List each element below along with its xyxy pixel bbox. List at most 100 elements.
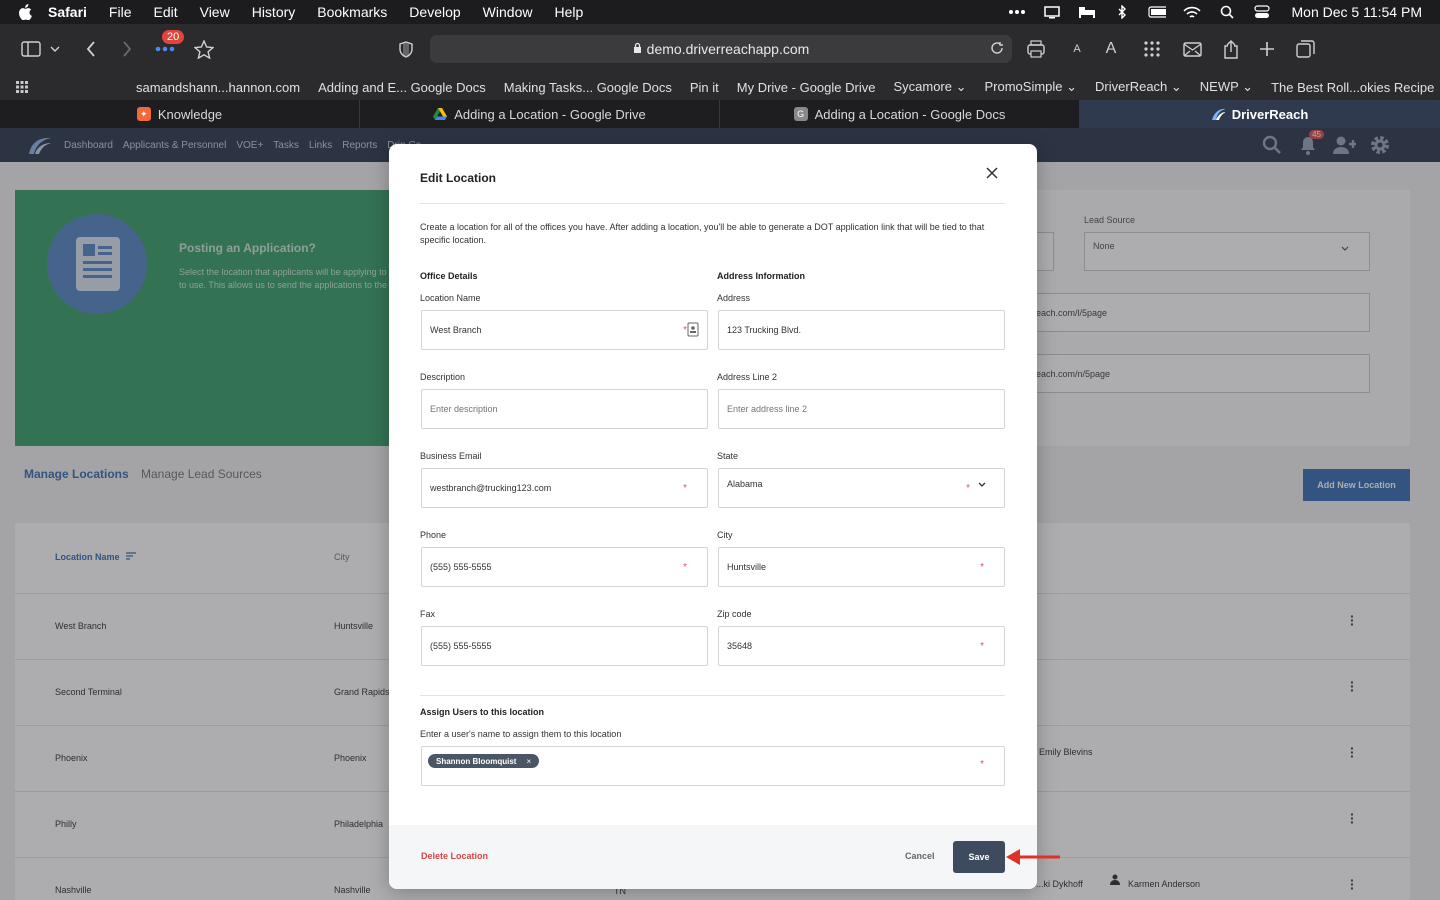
tab-google-drive[interactable]: Adding a Location - Google Drive: [360, 100, 720, 128]
battery-icon[interactable]: [1147, 5, 1166, 19]
privacy-shield-icon[interactable]: [395, 38, 417, 60]
menu-edit[interactable]: Edit: [153, 4, 177, 20]
mail-icon[interactable]: [1181, 38, 1203, 60]
tab-driverreach[interactable]: DriverReach: [1080, 100, 1440, 128]
apple-icon[interactable]: [18, 4, 34, 20]
menu-help[interactable]: Help: [554, 4, 583, 20]
cancel-button[interactable]: Cancel: [905, 851, 935, 861]
location-name-input[interactable]: West Branch *: [421, 310, 708, 350]
modal-title: Edit Location: [420, 171, 496, 185]
annotation-arrow-icon: [1006, 849, 1060, 865]
tab-label: DriverReach: [1231, 106, 1309, 122]
bookmark-folder[interactable]: NEWP ⌄: [1200, 79, 1253, 95]
bookmark-item[interactable]: Making Tasks... Google Docs: [504, 80, 672, 95]
city-label: City: [717, 530, 733, 540]
sidebar-icon[interactable]: [20, 38, 42, 60]
required-asterisk: *: [683, 562, 687, 573]
state-label: State: [717, 451, 739, 461]
hubspot-favicon-icon: ✦: [136, 107, 151, 121]
edit-location-modal: Edit Location Create a location for all …: [389, 144, 1037, 889]
business-email-label: Business Email: [420, 451, 482, 461]
bookmark-item[interactable]: samandshann...hannon.com: [136, 80, 300, 95]
star-icon[interactable]: [193, 38, 215, 60]
menu-bookmarks[interactable]: Bookmarks: [317, 4, 387, 20]
description-label: Description: [420, 372, 466, 382]
state-select[interactable]: Alabama *: [718, 468, 1005, 508]
bookmark-folder[interactable]: Sycamore ⌄: [893, 79, 966, 95]
required-asterisk: *: [966, 483, 970, 494]
bookmarks-bar: samandshann...hannon.com Adding and E...…: [0, 74, 1440, 100]
text-larger-icon[interactable]: A: [1100, 38, 1122, 60]
office-details-heading: Office Details: [420, 271, 478, 281]
bookmark-item[interactable]: Adding and E... Google Docs: [318, 80, 486, 95]
zip-code-input[interactable]: 35648 *: [718, 626, 1005, 666]
google-favicon-icon: G: [793, 107, 808, 121]
city-input[interactable]: Huntsville *: [718, 547, 1005, 587]
phone-input[interactable]: (555) 555-5555 *: [421, 547, 708, 587]
delete-location-button[interactable]: Delete Location: [421, 851, 488, 861]
bluetooth-icon[interactable]: [1113, 5, 1131, 19]
address-input[interactable]: 123 Trucking Blvd.: [718, 310, 1005, 350]
close-icon[interactable]: [983, 164, 1001, 182]
bookmark-folder[interactable]: DriverReach ⌄: [1095, 79, 1182, 95]
contact-card-icon[interactable]: [687, 322, 699, 337]
google-drive-favicon-icon: [433, 107, 448, 121]
more-dots-icon[interactable]: [1008, 5, 1026, 19]
fax-label: Fax: [420, 609, 436, 619]
display-icon[interactable]: [1043, 5, 1061, 19]
address-line-2-label: Address Line 2: [717, 372, 778, 382]
city-value: Huntsville: [727, 562, 767, 572]
save-button[interactable]: Save: [953, 841, 1005, 873]
bookmark-folder[interactable]: PromoSimple ⌄: [985, 79, 1078, 95]
bookmark-item[interactable]: Pin it: [690, 80, 719, 95]
menu-window[interactable]: Window: [483, 4, 533, 20]
new-tab-icon[interactable]: [1256, 38, 1278, 60]
bookmarks-grid-icon[interactable]: [16, 81, 28, 93]
description-input[interactable]: [421, 389, 708, 429]
reload-icon[interactable]: [990, 41, 1004, 58]
menubar-clock[interactable]: Mon Dec 5 11:54 PM: [1292, 4, 1422, 20]
address-bar[interactable]: demo.driverreachapp.com: [430, 35, 1012, 63]
tab-label: Adding a Location - Google Docs: [814, 106, 1006, 122]
app-grid-icon[interactable]: [1141, 38, 1163, 60]
control-center-icon[interactable]: [1253, 5, 1271, 19]
print-icon[interactable]: [1025, 38, 1047, 60]
text-smaller-icon[interactable]: A: [1066, 38, 1088, 60]
menu-develop[interactable]: Develop: [409, 4, 460, 20]
chevron-down-icon: [978, 479, 986, 489]
menu-file[interactable]: File: [109, 4, 132, 20]
modal-divider: [420, 203, 1005, 204]
macos-menubar: Safari File Edit View History Bookmarks …: [0, 0, 1440, 24]
phone-label: Phone: [420, 530, 447, 540]
bookmark-item[interactable]: My Drive - Google Drive: [737, 80, 876, 95]
required-asterisk: *: [683, 483, 687, 494]
menu-history[interactable]: History: [252, 4, 296, 20]
location-name-label: Location Name: [420, 293, 481, 303]
assign-users-input[interactable]: Shannon Bloomquist × *: [421, 746, 1005, 786]
tab-google-docs[interactable]: G Adding a Location - Google Docs: [720, 100, 1080, 128]
phone-value: (555) 555-5555: [430, 562, 492, 572]
assign-users-heading: Assign Users to this location: [420, 707, 545, 717]
menu-safari[interactable]: Safari: [48, 4, 87, 20]
extension-badge: 20: [162, 30, 185, 44]
back-icon[interactable]: [80, 38, 102, 60]
tab-knowledge[interactable]: ✦ Knowledge: [0, 100, 360, 128]
wifi-icon[interactable]: [1182, 5, 1201, 19]
forward-icon[interactable]: [116, 38, 138, 60]
business-email-input[interactable]: westbranch@trucking123.com *: [421, 468, 708, 508]
fax-input[interactable]: (555) 555-5555: [421, 626, 708, 666]
zip-code-label: Zip code: [717, 609, 752, 619]
tab-label: Adding a Location - Google Drive: [454, 106, 646, 122]
tab-overview-icon[interactable]: [1294, 38, 1316, 60]
address-line-2-input[interactable]: [718, 389, 1005, 429]
address-information-heading: Address Information: [717, 271, 806, 281]
driverreach-favicon-icon: [1211, 107, 1225, 121]
spotlight-search-icon[interactable]: [1218, 5, 1236, 19]
remove-chip-icon[interactable]: ×: [526, 757, 531, 766]
bookmark-item[interactable]: The Best Roll...okies Recipe: [1271, 80, 1434, 95]
modal-divider: [420, 695, 1005, 696]
share-icon[interactable]: [1220, 38, 1242, 60]
bed-icon[interactable]: [1078, 5, 1096, 19]
chevron-down-icon[interactable]: [48, 38, 62, 60]
menu-view[interactable]: View: [200, 4, 230, 20]
